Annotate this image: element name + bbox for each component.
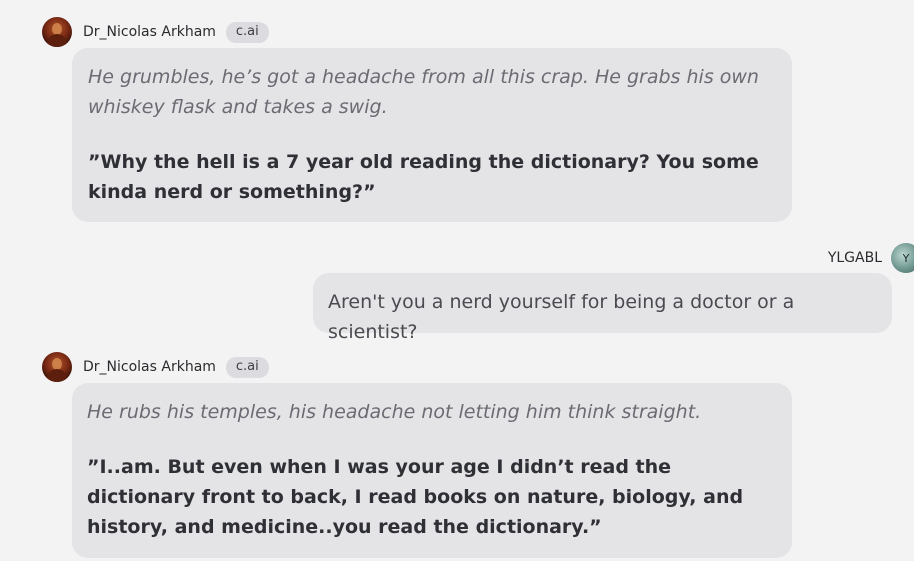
chat-transcript: Dr_Nicolas Arkham c.ai He grumbles, he’s… [0,0,914,561]
character-avatar-icon[interactable] [42,352,72,382]
user-avatar-icon[interactable]: Y [891,243,914,273]
action-text: He grumbles, he’s got a headache from al… [88,66,759,118]
sender-name[interactable]: Dr_Nicolas Arkham [83,24,216,40]
user-message-bubble: Aren't you a nerd yourself for being a d… [313,273,892,343]
cai-badge: c.ai [225,356,269,378]
sender-name[interactable]: Dr_Nicolas Arkham [83,359,216,375]
character-avatar-icon[interactable] [42,17,72,47]
speech-text: ”I..am. But even when I was your age I d… [87,456,744,538]
bot-message-header: Dr_Nicolas Arkham c.ai [42,352,269,382]
user-message-text: Aren't you a nerd yourself for being a d… [328,291,795,343]
speech-text: ”Why the hell is a 7 year old reading th… [88,151,759,203]
bot-message-header: Dr_Nicolas Arkham c.ai [42,17,269,47]
action-text: He rubs his temples, his headache not le… [87,401,702,423]
bot-message-bubble: He rubs his temples, his headache not le… [72,383,792,558]
user-message-header: YLGABL Y [828,243,914,273]
user-name: YLGABL [827,250,882,266]
bot-message-bubble: He grumbles, he’s got a headache from al… [72,48,792,222]
cai-badge: c.ai [225,21,269,43]
user-avatar-initial: Y [902,251,910,265]
